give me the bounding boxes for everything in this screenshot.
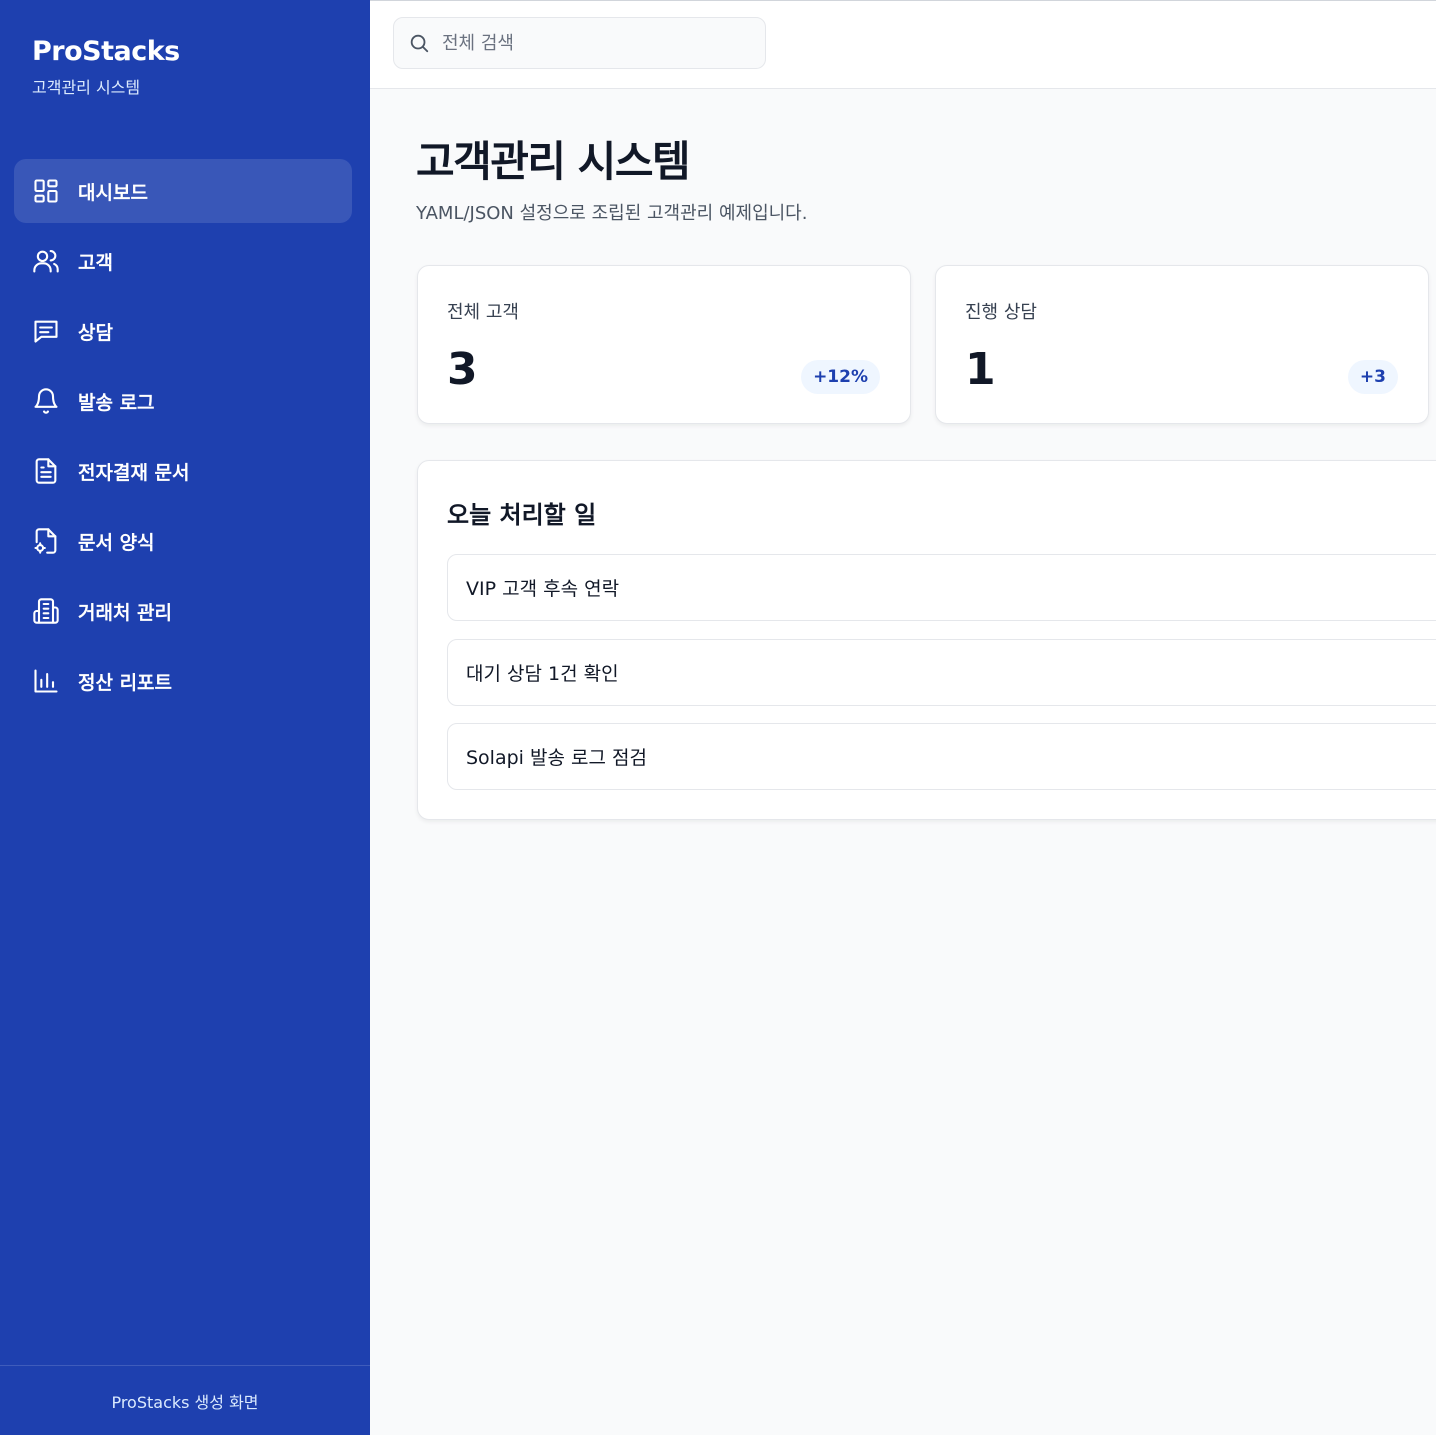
sidebar-item-settlement-report[interactable]: 정산 리포트 (14, 649, 352, 713)
brand-title[interactable]: ProStacks (32, 36, 180, 68)
sidebar-item-approval-docs[interactable]: 전자결재 문서 (14, 439, 352, 503)
bell-icon (32, 387, 60, 415)
bar-chart-icon (32, 667, 60, 695)
sidebar-item-customers[interactable]: 고객 (14, 229, 352, 293)
app-root: ProStacks 고객관리 시스템 대시보드 고객 상담 발송 로그 전자결재… (0, 0, 1436, 1435)
task-item[interactable]: Solapi 발송 로그 점검 (447, 723, 1436, 790)
main-content: 고객관리 시스템 YAML/JSON 설정으로 조립된 고객관리 예제입니다. … (370, 89, 1436, 1435)
sidebar-item-label: 전자결재 문서 (78, 461, 190, 484)
stat-badge: +3 (1347, 360, 1398, 394)
sidebar-item-partners[interactable]: 거래처 관리 (14, 579, 352, 643)
sidebar-item-label: 거래처 관리 (78, 601, 173, 624)
topbar (370, 0, 1436, 89)
brand: ProStacks 고객관리 시스템 (32, 36, 180, 99)
search-input[interactable] (442, 32, 742, 54)
document-icon (32, 457, 60, 485)
today-tasks-card: 오늘 처리할 일 VIP 고객 후속 연락 대기 상담 1건 확인 Solapi… (417, 460, 1436, 820)
task-item[interactable]: VIP 고객 후속 연락 (447, 554, 1436, 621)
tasks-title: 오늘 처리할 일 (447, 501, 597, 529)
sidebar-item-label: 고객 (78, 251, 113, 274)
stat-value: 1 (965, 344, 996, 395)
stat-card-total-customers: 전체 고객 3 +12% (417, 265, 911, 424)
building-icon (32, 597, 60, 625)
stat-label: 전체 고객 (447, 302, 519, 323)
sidebar-nav: 대시보드 고객 상담 발송 로그 전자결재 문서 문서 양식 거래처 관리 정산… (14, 159, 352, 719)
page-subtitle: YAML/JSON 설정으로 조립된 고객관리 예제입니다. (416, 203, 808, 224)
sidebar: ProStacks 고객관리 시스템 대시보드 고객 상담 발송 로그 전자결재… (0, 0, 370, 1435)
search-box[interactable] (393, 17, 766, 69)
search-icon (408, 31, 432, 55)
stat-label: 진행 상담 (965, 302, 1037, 323)
brand-subtitle: 고객관리 시스템 (32, 78, 141, 97)
sidebar-item-label: 정산 리포트 (78, 671, 173, 694)
task-item[interactable]: 대기 상담 1건 확인 (447, 639, 1436, 706)
stat-badge: +12% (801, 360, 880, 394)
message-icon (32, 317, 60, 345)
document-settings-icon (32, 527, 60, 555)
dashboard-icon (32, 177, 60, 205)
sidebar-item-label: 발송 로그 (78, 391, 155, 414)
sidebar-item-dashboard[interactable]: 대시보드 (14, 159, 352, 223)
sidebar-item-label: 문서 양식 (78, 531, 155, 554)
sidebar-item-send-log[interactable]: 발송 로그 (14, 369, 352, 433)
users-icon (32, 247, 60, 275)
sidebar-item-doc-templates[interactable]: 문서 양식 (14, 509, 352, 573)
sidebar-item-label: 대시보드 (78, 181, 148, 204)
stat-value: 3 (447, 344, 478, 395)
stat-card-active-consultations: 진행 상담 1 +3 (935, 265, 1429, 424)
page-title: 고객관리 시스템 (416, 137, 691, 186)
sidebar-item-consultation[interactable]: 상담 (14, 299, 352, 363)
sidebar-footer: ProStacks 생성 화면 (0, 1365, 370, 1435)
sidebar-item-label: 상담 (78, 321, 113, 344)
